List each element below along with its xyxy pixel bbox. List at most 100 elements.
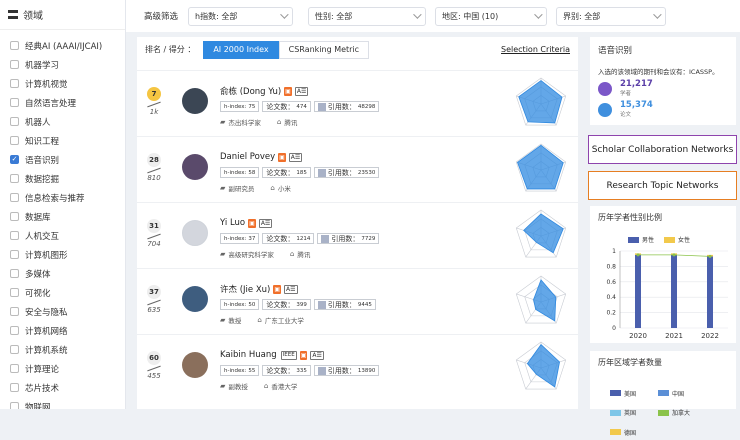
rank-score: 31 704 [144, 219, 164, 248]
score: 704 [147, 240, 161, 248]
sidebar-item[interactable]: 自然语言处理 [0, 93, 125, 112]
sidebar-item[interactable]: 计算机系统 [0, 340, 125, 359]
checkbox[interactable] [10, 231, 19, 240]
rank-badge: 60 [147, 351, 161, 365]
sidebar-item-label: 多媒体 [25, 269, 51, 280]
sidebar-item[interactable]: 数据库 [0, 207, 125, 226]
checkbox[interactable] [10, 383, 19, 392]
papers-label: 论文数： [266, 300, 295, 309]
citations-value: 23530 [357, 169, 376, 176]
scholar-row[interactable]: 60 455 Kaibin Huang IEEE ▣ A☰ h-index: 55 论文数： 33… [137, 334, 578, 398]
checkbox[interactable]: ✓ [10, 155, 19, 164]
scholar-name[interactable]: Daniel Povey [220, 152, 275, 162]
checkbox[interactable] [10, 364, 19, 373]
scholar-stats: h-index: 37 论文数： 1214 引用数： 7729 [220, 233, 382, 244]
checkbox[interactable] [10, 269, 19, 278]
scholar-row[interactable]: 7 1k 俞栋 (Dong Yu) ▣ A☰ h-index: 75 论文数： 474 引用数： 4… [137, 70, 578, 134]
field-sidebar: 领域 经典AI (AAAI/IJCAI) 机器学习 计算机视觉 自然语言处理 机器人 知识… [0, 0, 126, 409]
scholar-name[interactable]: Yi Luo [220, 218, 245, 228]
scholar-row[interactable]: 28 810 Daniel Povey ▣ A☰ h-index: 58 论文数： 185 引用数… [137, 136, 578, 200]
gender-select[interactable]: 性别: 全部 [308, 6, 427, 26]
sidebar-item[interactable]: 计算理论 [0, 359, 125, 378]
sidebar-item[interactable]: 多媒体 [0, 264, 125, 283]
legend-swatch [610, 390, 621, 396]
checkbox[interactable] [10, 212, 19, 221]
sidebar-item-label: 安全与隐私 [25, 307, 68, 318]
avatar[interactable] [182, 352, 208, 378]
scholar-name[interactable]: 俞栋 (Dong Yu) [220, 85, 281, 97]
scholar-row[interactable]: 31 704 Yi Luo ▣ A☰ h-index: 37 论文数： 1214 引用数： 7729… [137, 202, 578, 266]
checkbox[interactable] [10, 345, 19, 354]
checkbox[interactable] [10, 250, 19, 259]
checkbox[interactable] [10, 193, 19, 202]
field-select[interactable]: 界别: 全部 [556, 6, 667, 26]
sidebar-item[interactable]: 知识工程 [0, 131, 125, 150]
score: 455 [147, 372, 161, 380]
rank-score: 37 635 [144, 285, 164, 314]
avatar[interactable] [182, 154, 208, 180]
sidebar-item[interactable]: 机器学习 [0, 55, 125, 74]
organization: ⌂ 腾讯 [290, 249, 310, 259]
quote-icon [317, 300, 326, 309]
research-topic-networks-button[interactable]: Research Topic Networks [588, 171, 737, 200]
checkbox[interactable] [10, 117, 19, 126]
sidebar-item[interactable]: 安全与隐私 [0, 302, 125, 321]
region-legend-item: 德国 [610, 428, 648, 437]
checkbox[interactable] [10, 288, 19, 297]
quote-icon [317, 102, 326, 111]
checkbox[interactable] [10, 79, 19, 88]
selection-criteria-link[interactable]: Selection Criteria [501, 45, 570, 54]
field-title: 语音识别 [598, 46, 633, 56]
hindex-stat: h-index: 58 [220, 167, 260, 178]
checkbox[interactable] [10, 136, 19, 145]
papers-stat: 论文数： 1214 [262, 233, 315, 244]
sidebar-item[interactable]: 计算机视觉 [0, 74, 125, 93]
document-icon [598, 102, 612, 117]
checkbox[interactable] [10, 98, 19, 107]
tab-csranking-metric[interactable]: CSRanking Metric [278, 40, 370, 59]
papers-value: 185 [296, 169, 307, 176]
gender-ratio-card: 历年学者性别比例 男性 女性 1 0.8 0.6 0.4 0.2 0 2020 2021 202… [590, 206, 736, 343]
hindex-label: h-index: [224, 235, 247, 242]
affiliation: ▰ 高级研究科学家 ⌂ 腾讯 [220, 249, 382, 259]
scholar-name[interactable]: 许杰 (Jie Xu) [220, 283, 270, 295]
citations-stat: 引用数： 23530 [313, 167, 380, 178]
sidebar-item[interactable]: 信息检索与推荐 [0, 188, 125, 207]
papers-label: 论文数： [266, 102, 295, 111]
scholar-collaboration-networks-button[interactable]: Scholar Collaboration Networks [588, 135, 737, 164]
tab-ai2000-index[interactable]: AI 2000 Index [203, 40, 279, 59]
sidebar-item[interactable]: 人机交互 [0, 226, 125, 245]
sidebar-item[interactable]: 可视化 [0, 283, 125, 302]
sidebar-item-label: 计算机网络 [25, 326, 68, 337]
scholar-name[interactable]: Kaibin Huang [220, 350, 277, 360]
sidebar-item[interactable]: 计算机网络 [0, 321, 125, 340]
sidebar-item[interactable]: ✓ 语音识别 [0, 150, 125, 169]
hindex-select[interactable]: h指数: 全部 [188, 6, 294, 26]
region-select[interactable]: 地区: 中国 (10) [435, 6, 548, 26]
legend-swatch [658, 390, 669, 396]
hindex-label: h-index: [224, 301, 247, 308]
avatar[interactable] [182, 88, 208, 114]
ai-badge-icon: A☰ [310, 350, 324, 360]
sidebar-item[interactable]: 数据挖掘 [0, 169, 125, 188]
position: ▰ 副研究员 [220, 183, 254, 193]
sidebar-item[interactable]: 计算机图形 [0, 245, 125, 264]
checkbox[interactable] [10, 41, 19, 50]
sidebar-item[interactable]: 芯片技术 [0, 378, 125, 397]
checkbox[interactable] [10, 174, 19, 183]
sidebar-item[interactable]: 物联网 [0, 397, 125, 409]
scholar-info: Kaibin Huang IEEE ▣ A☰ h-index: 55 论文数： 335 引用数：… [220, 349, 382, 391]
avatar[interactable] [182, 286, 208, 312]
scholar-row[interactable]: 37 635 许杰 (Jie Xu) ▣ A☰ h-index: 50 论文数： 399 引用数：… [137, 268, 578, 332]
checkbox[interactable] [10, 402, 19, 409]
rank-score: 60 455 [144, 351, 164, 380]
checkbox[interactable] [10, 307, 19, 316]
ai-badge-icon: A☰ [284, 284, 298, 294]
citations-label: 引用数： [327, 168, 356, 177]
checkbox[interactable] [10, 326, 19, 335]
sidebar-item[interactable]: 机器人 [0, 112, 125, 131]
sidebar-item[interactable]: 经典AI (AAAI/IJCAI) [0, 36, 125, 55]
checkbox[interactable] [10, 60, 19, 69]
avatar[interactable] [182, 220, 208, 246]
citations-label: 引用数： [331, 234, 360, 243]
